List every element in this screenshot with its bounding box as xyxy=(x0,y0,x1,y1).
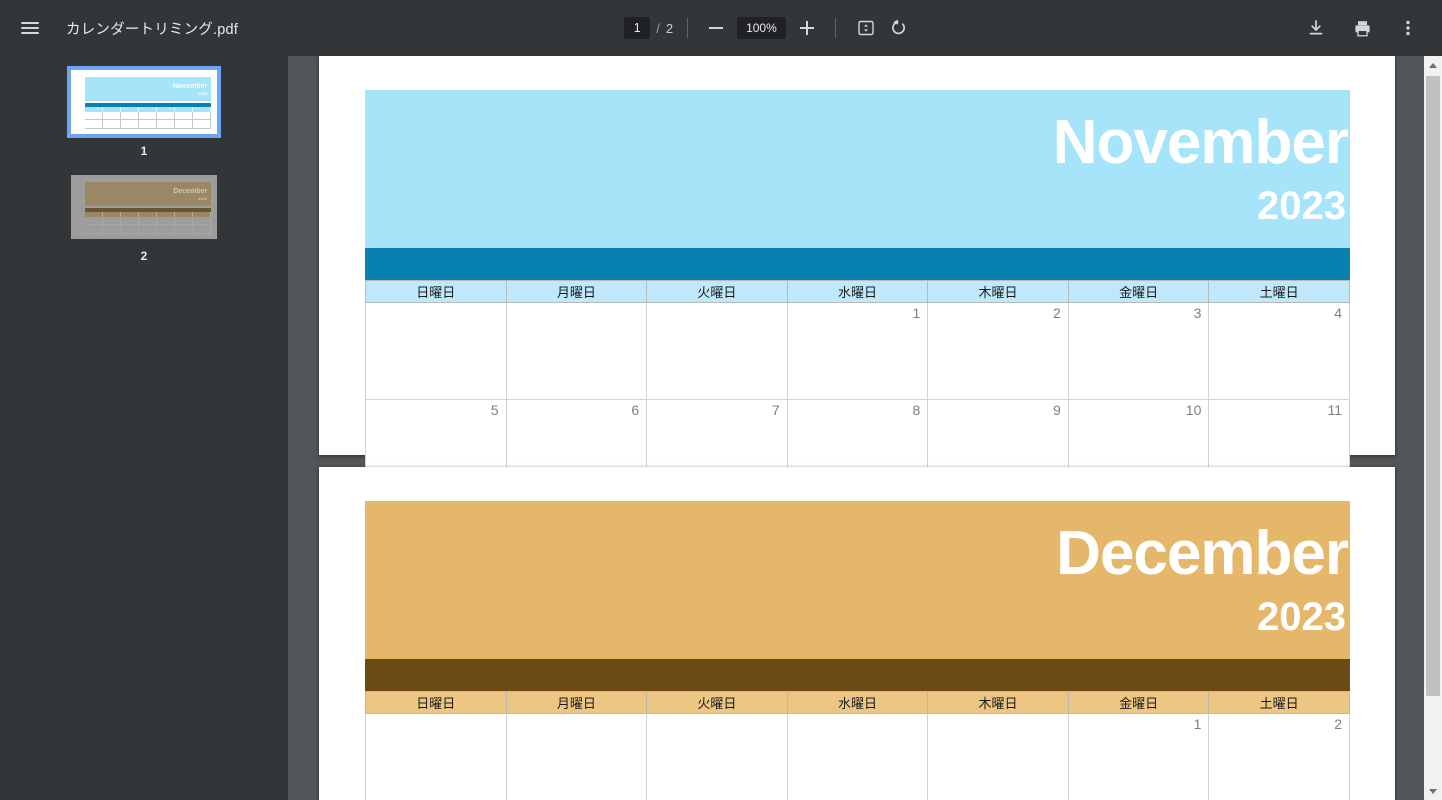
page-total-count: 2 xyxy=(665,20,674,36)
toolbar-center-group: / 2 100% xyxy=(238,12,1300,44)
calendar-weekday-cell: 日曜日 xyxy=(365,691,507,714)
pdf-viewer-toolbar: カレンダートリミング.pdf / 2 100% xyxy=(0,0,1442,56)
calendar-weekday-cell: 木曜日 xyxy=(927,280,1069,303)
thumbnail-item-2[interactable]: December 2023 2 xyxy=(0,175,288,263)
toolbar-left-group: カレンダートリミング.pdf xyxy=(0,12,238,44)
rotate-counterclockwise-icon[interactable] xyxy=(882,12,914,44)
more-vertical-icon[interactable] xyxy=(1392,12,1424,44)
toolbar-divider-2 xyxy=(834,18,836,38)
calendar-day-cell: 1 xyxy=(786,302,929,400)
zoom-out-button[interactable] xyxy=(702,14,730,42)
calendar-day-cell: 1 xyxy=(1067,713,1210,800)
calendar-day-cell xyxy=(365,713,507,800)
thumbnail-label-2: 2 xyxy=(140,249,148,263)
calendar-weekday-row-1: 日曜日 月曜日 火曜日 水曜日 木曜日 金曜日 土曜日 xyxy=(365,280,1350,303)
thumbnail-label-1: 1 xyxy=(140,144,148,158)
pdf-document-viewer[interactable]: November 2023 日曜日 月曜日 火曜日 水曜日 木曜日 金曜日 土曜日 1234… xyxy=(288,56,1442,800)
zoom-in-button[interactable] xyxy=(793,14,821,42)
page-separator: / xyxy=(656,20,660,36)
calendar-week-row: 1234 xyxy=(365,302,1350,400)
calendar-weekday-cell: 火曜日 xyxy=(646,280,788,303)
calendar-2: December 2023 日曜日月曜日火曜日水曜日木曜日金曜日土曜日 1234… xyxy=(365,501,1350,800)
thumbnail-sidebar: November 2023 1 December 2023 2 xyxy=(0,56,288,800)
calendar-weekday-cell: 日曜日 xyxy=(365,280,507,303)
zoom-controls: 100% xyxy=(702,14,821,42)
calendar-day-cell: 2 xyxy=(927,302,1069,400)
calendar-day-cell: 3 xyxy=(1067,302,1210,400)
calendar-day-cell: 4 xyxy=(1208,302,1350,400)
calendar-band-2 xyxy=(365,659,1350,691)
scroll-down-arrow-icon[interactable] xyxy=(1424,782,1442,800)
calendar-weekday-cell: 土曜日 xyxy=(1208,691,1350,714)
fit-to-page-icon[interactable] xyxy=(850,12,882,44)
calendar-table-1: 日曜日 月曜日 火曜日 水曜日 木曜日 金曜日 土曜日 1 2 3 4 5 6 7 8 9 10 11 xyxy=(365,280,1350,497)
calendar-day-cell xyxy=(786,713,929,800)
print-icon[interactable] xyxy=(1346,12,1378,44)
calendar-year-2: 2023 xyxy=(1257,595,1346,639)
thumbnail-dim-overlay-2 xyxy=(74,178,214,236)
calendar-day-cell xyxy=(646,713,788,800)
calendar-header-2: December 2023 xyxy=(365,501,1350,659)
calendar-day-cell xyxy=(505,302,648,400)
calendar-day-cell xyxy=(646,302,788,400)
calendar-weekday-cell: 月曜日 xyxy=(505,280,648,303)
calendar-day-cell xyxy=(505,713,648,800)
thumbnail-page-1[interactable]: November 2023 xyxy=(67,66,221,138)
calendar-1: November 2023 日曜日 月曜日 火曜日 水曜日 木曜日 金曜日 土曜日 1234… xyxy=(365,90,1350,497)
thumbnail-item-1[interactable]: November 2023 1 xyxy=(0,66,288,158)
thumbnail-year-1: 2023 xyxy=(198,90,208,96)
hamburger-menu-icon[interactable] xyxy=(14,12,46,44)
pdf-page-1: November 2023 日曜日 月曜日 火曜日 水曜日 木曜日 金曜日 土曜日 1234… xyxy=(319,56,1395,497)
calendar-weekday-cell: 木曜日 xyxy=(927,691,1069,714)
calendar-weekday-cell: 金曜日 xyxy=(1067,280,1210,303)
calendar-weekday-row-2: 日曜日 月曜日 火曜日 水曜日 木曜日 金曜日 土曜日 xyxy=(365,691,1350,714)
thumbnail-grid-1 xyxy=(85,111,212,129)
scrollbar-thumb[interactable] xyxy=(1426,76,1440,696)
thumbnail-preview-2: December 2023 xyxy=(74,178,214,236)
thumbnail-page-2[interactable]: December 2023 xyxy=(71,175,217,239)
toolbar-right-group xyxy=(1300,12,1442,44)
vertical-scrollbar[interactable] xyxy=(1424,56,1442,800)
calendar-body-2: 123456789 xyxy=(365,713,1350,800)
calendar-weekday-cell: 水曜日 xyxy=(786,691,929,714)
pdf-page-2: December 2023 日曜日月曜日火曜日水曜日木曜日金曜日土曜日 1234… xyxy=(319,467,1395,800)
calendar-day-cell xyxy=(365,302,507,400)
toolbar-divider xyxy=(687,18,689,38)
calendar-month-2: December xyxy=(1056,519,1349,588)
calendar-day-cell xyxy=(927,713,1069,800)
calendar-weekday-cell: 火曜日 xyxy=(646,691,788,714)
page-indicator: / 2 xyxy=(624,17,673,39)
calendar-weekday-cell: 土曜日 xyxy=(1208,280,1350,303)
calendar-year-1: 2023 xyxy=(1257,184,1346,228)
thumbnail-month-1: November xyxy=(172,82,208,90)
calendar-weekday-cell: 金曜日 xyxy=(1067,691,1210,714)
thumbnail-header-1: November 2023 xyxy=(85,77,212,102)
zoom-level-value[interactable]: 100% xyxy=(737,17,786,39)
thumbnail-preview-1: November 2023 xyxy=(74,73,214,131)
calendar-day-cell: 2 xyxy=(1208,713,1350,800)
thumbnail-band-1 xyxy=(85,102,212,107)
calendar-week-row: 12 xyxy=(365,713,1350,800)
page-title: カレンダートリミング.pdf xyxy=(66,21,238,38)
calendar-table-2: 日曜日月曜日火曜日水曜日木曜日金曜日土曜日 123456789 xyxy=(365,691,1350,800)
calendar-header-1: November 2023 xyxy=(365,90,1350,248)
calendar-weekday-cell: 水曜日 xyxy=(786,280,929,303)
calendar-weekday-cell: 月曜日 xyxy=(505,691,648,714)
page-number-input[interactable] xyxy=(624,17,651,39)
scroll-up-arrow-icon[interactable] xyxy=(1424,56,1442,74)
calendar-band-1 xyxy=(365,248,1350,280)
calendar-month-1: November xyxy=(1052,108,1349,177)
download-icon[interactable] xyxy=(1300,12,1332,44)
